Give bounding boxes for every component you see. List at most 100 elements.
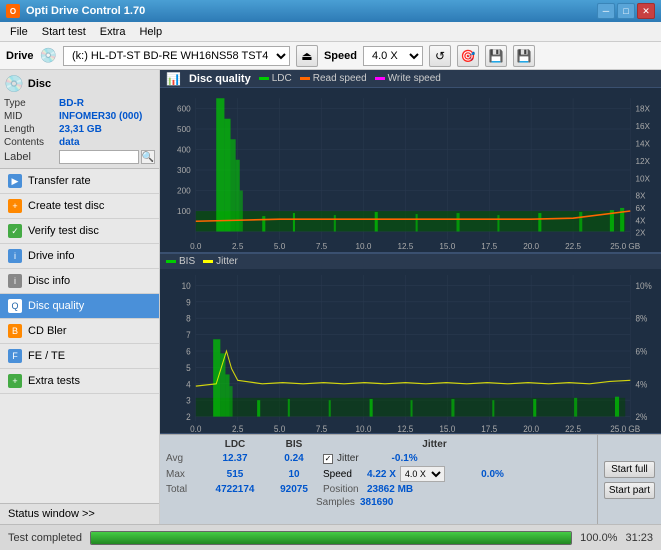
- disc-label-input[interactable]: [59, 150, 139, 164]
- jitter-header: Jitter: [407, 439, 462, 450]
- app-title: Opti Drive Control 1.70: [26, 5, 145, 17]
- nav-fe-te[interactable]: F FE / TE: [0, 344, 159, 369]
- progress-bar-container: [90, 531, 572, 545]
- speed-val: 4.22 X: [367, 469, 396, 480]
- jitter-color-swatch: [203, 260, 213, 263]
- svg-text:7.5: 7.5: [316, 423, 327, 433]
- svg-text:200: 200: [177, 187, 191, 196]
- jitter-checkbox-label: Jitter: [337, 453, 359, 464]
- eject-button[interactable]: ⏏: [296, 45, 318, 67]
- disc-type-label: Type: [4, 98, 59, 109]
- svg-text:8%: 8%: [635, 313, 647, 324]
- stats-empty-header: [166, 439, 201, 450]
- svg-text:10.0: 10.0: [356, 242, 372, 251]
- nav-cd-bler[interactable]: B CD Bler: [0, 319, 159, 344]
- status-text: Test completed: [8, 532, 82, 544]
- avg-jitter-val: -0.1%: [363, 453, 418, 464]
- svg-text:10%: 10%: [635, 280, 652, 291]
- save-button-2[interactable]: 💾: [513, 45, 535, 67]
- nav-drive-info[interactable]: i Drive info: [0, 244, 159, 269]
- drive-info-icon: i: [8, 249, 22, 263]
- app-icon: O: [6, 4, 20, 18]
- refresh-button[interactable]: ↺: [429, 45, 451, 67]
- menu-file[interactable]: File: [4, 25, 34, 39]
- legend-bis: BIS: [166, 256, 195, 267]
- max-label: Max: [166, 469, 201, 480]
- start-full-button[interactable]: Start full: [604, 461, 655, 478]
- svg-text:12.5: 12.5: [397, 423, 413, 433]
- nav-disc-info[interactable]: i Disc info: [0, 269, 159, 294]
- avg-ldc-val: 12.37: [205, 453, 265, 464]
- menu-help[interactable]: Help: [133, 25, 168, 39]
- nav-disc-quality[interactable]: Q Disc quality: [0, 294, 159, 319]
- nav-transfer-rate[interactable]: ▶ Transfer rate: [0, 169, 159, 194]
- nav-extra-tests[interactable]: + Extra tests: [0, 369, 159, 394]
- label-search-button[interactable]: 🔍: [141, 150, 155, 164]
- svg-text:600: 600: [177, 105, 191, 114]
- legend-jitter: Jitter: [203, 256, 238, 267]
- max-jitter-val: 0.0%: [449, 469, 504, 480]
- avg-bis-val: 0.24: [269, 453, 319, 464]
- svg-text:500: 500: [177, 125, 191, 134]
- drive-select[interactable]: (k:) HL-DT-ST BD-RE WH16NS58 TST4: [63, 46, 290, 66]
- status-window-button[interactable]: Status window >>: [0, 503, 159, 524]
- svg-text:0.0: 0.0: [190, 242, 202, 251]
- svg-text:12X: 12X: [635, 157, 650, 166]
- menu-start-test[interactable]: Start test: [36, 25, 92, 39]
- disc-length-label: Length: [4, 124, 59, 135]
- disc-label-label: Label: [4, 151, 57, 163]
- nav-extra-tests-label: Extra tests: [28, 375, 80, 387]
- nav-drive-info-label: Drive info: [28, 250, 74, 262]
- position-label: Position: [323, 484, 363, 495]
- svg-text:5.0: 5.0: [274, 423, 285, 433]
- speed-label: Speed: [323, 469, 363, 480]
- progress-bar-fill: [91, 532, 571, 544]
- elapsed-time: 31:23: [625, 532, 653, 544]
- drive-icon: 💿: [40, 47, 57, 64]
- svg-text:16X: 16X: [635, 122, 650, 131]
- maximize-button[interactable]: □: [617, 3, 635, 19]
- progress-percentage: 100.0%: [580, 532, 617, 544]
- svg-text:3: 3: [186, 395, 191, 406]
- close-button[interactable]: ✕: [637, 3, 655, 19]
- svg-text:8X: 8X: [635, 192, 646, 201]
- disc-mid-val: INFOMER30 (000): [59, 111, 142, 122]
- sidebar-nav: ▶ Transfer rate + Create test disc ✓ Ver…: [0, 169, 159, 503]
- ldc-color-swatch: [259, 77, 269, 80]
- svg-text:25.0 GB: 25.0 GB: [610, 423, 640, 433]
- speed-select[interactable]: 4.0 X: [363, 46, 423, 66]
- disc-contents-label: Contents: [4, 137, 59, 148]
- svg-text:7.5: 7.5: [316, 242, 328, 251]
- svg-text:9: 9: [186, 297, 191, 308]
- nav-verify-test-disc[interactable]: ✓ Verify test disc: [0, 219, 159, 244]
- chart-title-bar: 📊 Disc quality LDC Read speed Write spee…: [160, 70, 661, 88]
- extra-tests-icon: +: [8, 374, 22, 388]
- nav-cd-bler-label: CD Bler: [28, 325, 67, 337]
- svg-text:10X: 10X: [635, 174, 650, 183]
- minimize-button[interactable]: ─: [597, 3, 615, 19]
- svg-text:400: 400: [177, 146, 191, 155]
- save-button-1[interactable]: 💾: [485, 45, 507, 67]
- read-speed-color-swatch: [300, 77, 310, 80]
- samples-label: Samples: [316, 497, 356, 508]
- chart-icon: 📊: [166, 72, 181, 86]
- jitter-checkbox[interactable]: ✓: [323, 454, 333, 464]
- menu-extra[interactable]: Extra: [94, 25, 132, 39]
- chart-title: Disc quality: [189, 73, 251, 85]
- nav-disc-info-label: Disc info: [28, 275, 70, 287]
- nav-create-test-disc[interactable]: + Create test disc: [0, 194, 159, 219]
- svg-text:4X: 4X: [635, 216, 646, 225]
- title-bar: O Opti Drive Control 1.70 ─ □ ✕: [0, 0, 661, 22]
- bis-color-swatch: [166, 260, 176, 263]
- svg-text:6X: 6X: [635, 204, 646, 213]
- stats-table: LDC BIS Jitter Avg 12.37 0.24 ✓ Jitter -…: [160, 435, 597, 524]
- verify-test-disc-icon: ✓: [8, 224, 22, 238]
- stats-empty-2: [323, 439, 403, 450]
- start-part-button[interactable]: Start part: [604, 482, 655, 499]
- speed-label: Speed: [324, 50, 357, 62]
- status-window-label: Status window >>: [8, 508, 95, 520]
- svg-text:2.5: 2.5: [232, 242, 244, 251]
- target-button[interactable]: 🎯: [457, 45, 479, 67]
- speed-select[interactable]: 4.0 X: [400, 466, 445, 482]
- legend-jitter-label: Jitter: [216, 256, 238, 267]
